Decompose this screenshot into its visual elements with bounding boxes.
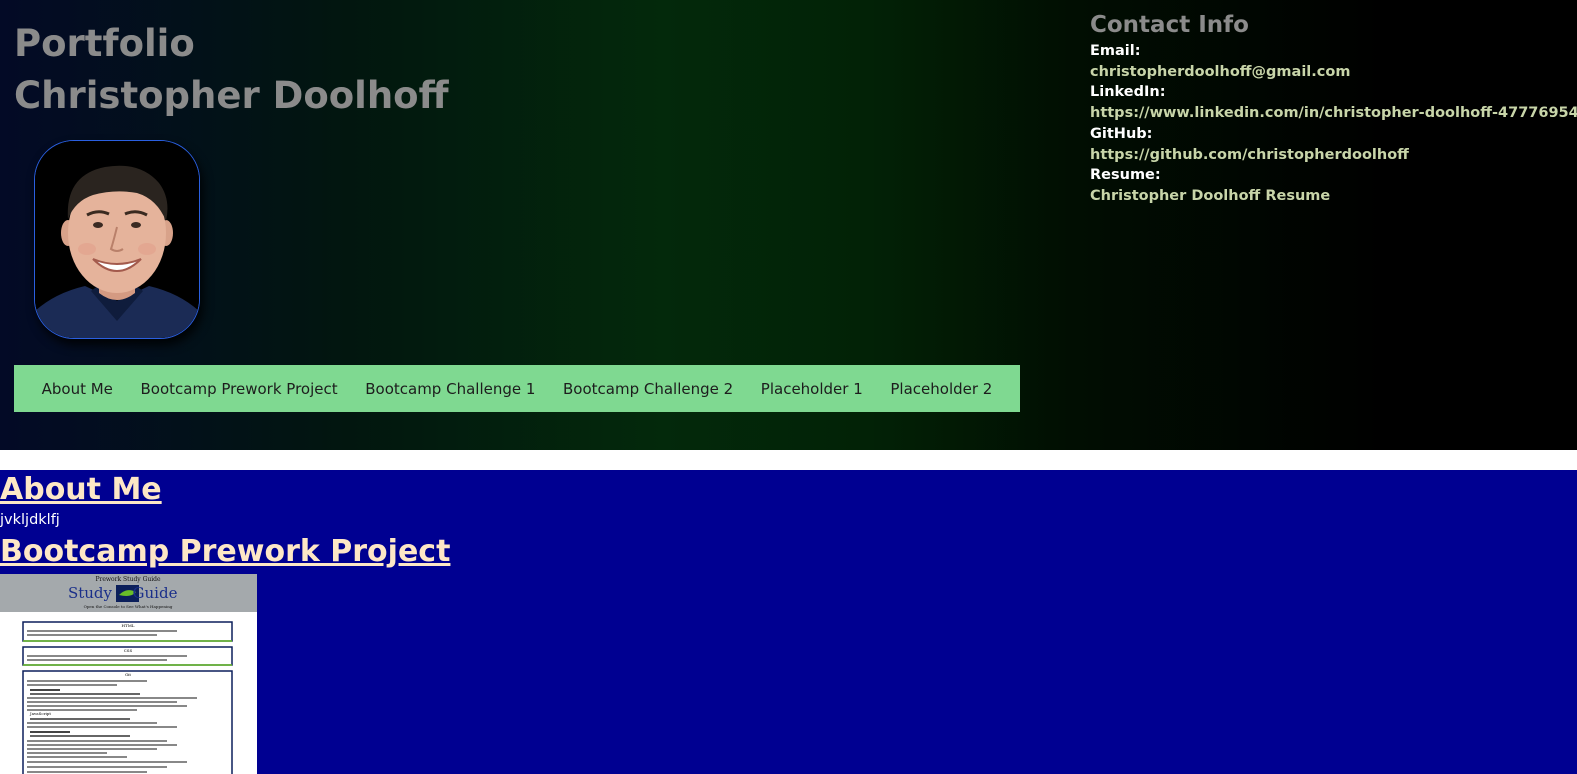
preview-section-git: Git [125,672,131,677]
email-label: Email: [1090,43,1141,59]
title-name: Christopher Doolhoff [14,74,449,117]
resume-link[interactable]: Christopher Doolhoff Resume [1090,186,1570,207]
main-content: About Me jvkljdklfj Bootcamp Prework Pro… [0,470,1577,774]
prework-heading[interactable]: Bootcamp Prework Project [0,532,1577,572]
profile-photo [34,140,200,339]
preview-section-html: HTML [122,623,135,628]
nav-link-placeholder-2[interactable]: Placeholder 2 [890,380,992,398]
nav-link-bootcamp-challenge-2[interactable]: Bootcamp Challenge 2 [563,380,733,398]
contact-title: Contact Info [1090,12,1249,38]
prework-screenshot[interactable]: Prework Study Guide Study Guide Open the… [0,574,257,774]
preview-section-css: CSS [124,648,133,653]
email-link[interactable]: christopherdoolhoff@gmail.com [1090,62,1570,83]
preview-word-guide: Guide [133,584,178,602]
title-portfolio: Portfolio [14,22,195,65]
nav-link-about-me[interactable]: About Me [42,380,113,398]
main-nav: About Me Bootcamp Prework Project Bootca… [14,365,1020,412]
study-guide-preview: Prework Study Guide Study Guide Open the… [0,574,257,774]
prework-section: Bootcamp Prework Project Prework Study G… [0,532,1577,774]
resume-label: Resume: [1090,167,1161,184]
nav-link-placeholder-1[interactable]: Placeholder 1 [761,380,863,398]
nav-link-bootcamp-prework[interactable]: Bootcamp Prework Project [141,380,338,398]
profile-photo-image [35,141,199,338]
about-me-text: jvkljdklfj [0,512,60,528]
linkedin-link[interactable]: https://www.linkedin.com/in/christopher-… [1090,103,1577,124]
preview-page-title: Prework Study Guide [95,576,161,583]
github-label: GitHub: [1090,125,1153,142]
page-title: Portfolio Christopher Doolhoff [14,18,449,122]
preview-subtitle: Open the Console to See What's Happening [84,604,173,609]
preview-word-study: Study [68,584,113,602]
about-me-heading[interactable]: About Me [0,470,1577,510]
linkedin-label: LinkedIn: [1090,84,1166,101]
nav-link-bootcamp-challenge-1[interactable]: Bootcamp Challenge 1 [365,380,535,398]
about-me-section: About Me jvkljdklfj [0,470,1577,530]
contact-info: Contact Info Email: christopherdoolhoff@… [1090,10,1577,207]
preview-section-js: JavaScript [29,711,51,716]
site-header: Portfolio Christopher Doolhoff About Me … [0,0,1577,450]
github-link[interactable]: https://github.com/christopherdoolhoff [1090,145,1570,166]
